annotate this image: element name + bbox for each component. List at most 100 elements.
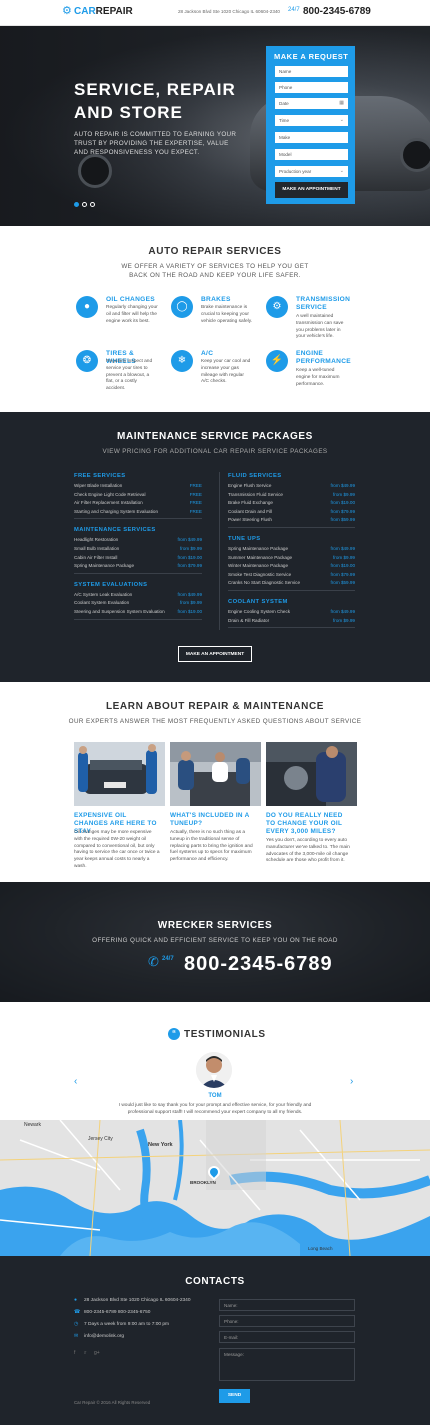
wrecker-phone[interactable]: 800-2345-6789	[184, 953, 333, 976]
column-divider	[219, 472, 220, 630]
pricing-row: Winter Maintenance Package from $19.00	[228, 563, 355, 568]
pricing-price: from $59.99	[330, 580, 355, 586]
article-text: Oil changes may be more expensive with t…	[74, 830, 160, 869]
contact-phones[interactable]: 800-2345-6789 800-2345-6750	[84, 1310, 150, 1315]
service-title: A/C	[201, 350, 214, 357]
facebook-icon[interactable]: f	[74, 1350, 75, 1356]
pricing-row: Wiper Blade Installation FREE	[74, 483, 202, 488]
site-logo[interactable]: CARREPAIR	[74, 6, 133, 17]
pricing-service-name: Drain & Fill Radiator	[228, 617, 270, 623]
map-label: New York	[148, 1142, 173, 1148]
avatar	[196, 1052, 232, 1088]
transmission-icon: ⚙	[266, 296, 288, 318]
contact-address: 28 Jackson Blvd Ste 1020 Chicago IL 6060…	[84, 1298, 191, 1303]
learn-subtitle: OUR EXPERTS ANSWER THE MOST FREQUENTLY A…	[68, 718, 362, 725]
model-field[interactable]: Model	[275, 149, 348, 160]
contact-message-field[interactable]: Message:	[219, 1348, 355, 1381]
slider-dot-active[interactable]	[74, 202, 79, 207]
pricing-price: from $19.00	[330, 500, 355, 506]
pricing-group-title: TUNE UPS	[228, 536, 261, 542]
services-title: AUTO REPAIR SERVICES	[148, 246, 282, 257]
pricing-row: Steering and Suspension System Evaluatio…	[74, 609, 202, 614]
pricing-price: from $49.99	[330, 483, 355, 488]
pricing-row: Drain & Fill Radiator from $9.99	[228, 618, 355, 623]
pricing-row: Coolant System Evaluation from $9.99	[74, 600, 202, 605]
date-field[interactable]: Date ▦	[275, 98, 348, 109]
year-select[interactable]: Production year ⌄	[275, 166, 348, 177]
pricing-service-name: Power Steering Flush	[228, 517, 272, 523]
header-phone[interactable]: 800-2345-6789	[303, 6, 371, 17]
divider	[228, 527, 355, 528]
pricing-price: from $49.99	[177, 537, 202, 543]
pricing-price: from $9.99	[333, 554, 355, 560]
slider-dot[interactable]	[90, 202, 95, 207]
quote-icon: “	[168, 1028, 180, 1040]
location-map[interactable]	[0, 1120, 430, 1256]
oil-can-icon: ●	[76, 296, 98, 318]
pricing-group-title: FLUID SERVICES	[228, 473, 282, 479]
pricing-price: from $9.99	[180, 546, 202, 551]
testimonial-name: TOM	[208, 1093, 222, 1099]
article-title[interactable]: DO YOU REALLY NEED TO CHANGE YOUR OIL EV…	[266, 812, 351, 836]
pricing-service-name: Spring Maintenance Package	[228, 546, 289, 551]
make-appointment-button[interactable]: MAKE AN APPOINTMENT	[178, 646, 252, 662]
article-text: Yes you don't, according to every auto m…	[266, 838, 350, 864]
chevron-down-icon: ⌄	[339, 117, 344, 123]
year-select-label: Production year	[279, 169, 312, 174]
service-text: Brake maintenance is crucial to keeping …	[201, 305, 253, 324]
slider-dot[interactable]	[82, 202, 87, 207]
header-address: 28 Jackson Blvd Ste 1020 Chicago IL 6060…	[178, 9, 280, 14]
pricing-service-name: Smoke Test Diagnostic Service	[228, 571, 292, 577]
contact-phone-field[interactable]: Phone:	[219, 1315, 355, 1327]
pricing-row: Small Bulb Installation from $9.99	[74, 546, 202, 551]
make-appointment-button[interactable]: MAKE AN APPOINTMENT	[275, 182, 348, 198]
contacts-title: CONTACTS	[185, 1276, 245, 1287]
pricing-service-name: Summer Maintenance Package	[228, 554, 293, 560]
pricing-price: from $79.99	[330, 571, 355, 577]
send-button[interactable]: SEND	[219, 1389, 250, 1403]
name-field[interactable]: Name	[275, 66, 348, 77]
logo-text-car: CAR	[74, 6, 96, 17]
divider	[74, 518, 202, 520]
divider	[74, 618, 202, 620]
pricing-group-title: COOLANT SYSTEM	[228, 599, 288, 605]
service-text: A well maintained transmission can save …	[296, 314, 344, 340]
pricing-service-name: A/C System Leak Evaluation	[74, 591, 133, 597]
pricing-price: FREE	[189, 508, 202, 514]
article-text: Actually, there is no such thing as a tu…	[170, 830, 253, 863]
make-field[interactable]: Make	[275, 132, 348, 143]
logo-text-repair: REPAIR	[95, 6, 133, 17]
map-label: Newark	[24, 1122, 41, 1128]
service-text: Keep your car cool and increase your gas…	[201, 359, 251, 385]
twitter-icon[interactable]: 𝕣	[84, 1350, 86, 1356]
location-icon: ●	[74, 1297, 78, 1303]
time-select[interactable]: Time ⌄	[275, 115, 348, 126]
request-form-title: MAKE A REQUEST	[274, 52, 349, 61]
phone-field[interactable]: Phone	[275, 82, 348, 93]
wrecker-phone-label: 24/7	[162, 956, 174, 962]
pricing-row: Check Engine Light Code Retrieval FREE	[74, 492, 202, 497]
contact-email[interactable]: info@demolink.org	[84, 1334, 124, 1339]
chevron-left-icon[interactable]: ‹	[74, 1076, 77, 1087]
phone-icon: ☎	[74, 1309, 81, 1315]
pricing-service-name: Check Engine Light Code Retrieval	[74, 491, 146, 497]
pricing-price: from $49.99	[330, 546, 355, 551]
pricing-row: Cranks No Start Diagnostic Service from $…	[228, 580, 355, 585]
article-photo[interactable]	[74, 742, 165, 806]
pricing-price: from $9.99	[180, 600, 202, 606]
contact-email-field[interactable]: E-mail:	[219, 1331, 355, 1343]
chevron-right-icon[interactable]: ›	[350, 1076, 353, 1087]
article-title[interactable]: WHAT'S INCLUDED IN A TUNEUP?	[170, 812, 255, 828]
testimonials-title: TESTIMONIALS	[184, 1029, 266, 1040]
pricing-row: Engine Cooling System Check from $49.99	[228, 609, 355, 614]
chevron-down-icon: ⌄	[339, 168, 344, 174]
article-photo[interactable]	[266, 742, 357, 806]
contact-name-field[interactable]: Name:	[219, 1299, 355, 1311]
learn-title: LEARN ABOUT REPAIR & MAINTENANCE	[105, 701, 325, 712]
divider	[228, 627, 355, 629]
pricing-row: Power Steering Flush from $59.99	[228, 517, 355, 522]
article-photo[interactable]	[170, 742, 261, 806]
google-plus-icon[interactable]: g+	[94, 1350, 100, 1356]
pricing-service-name: Wiper Blade Installation	[74, 483, 123, 488]
pricing-price: from $79.99	[330, 508, 355, 514]
